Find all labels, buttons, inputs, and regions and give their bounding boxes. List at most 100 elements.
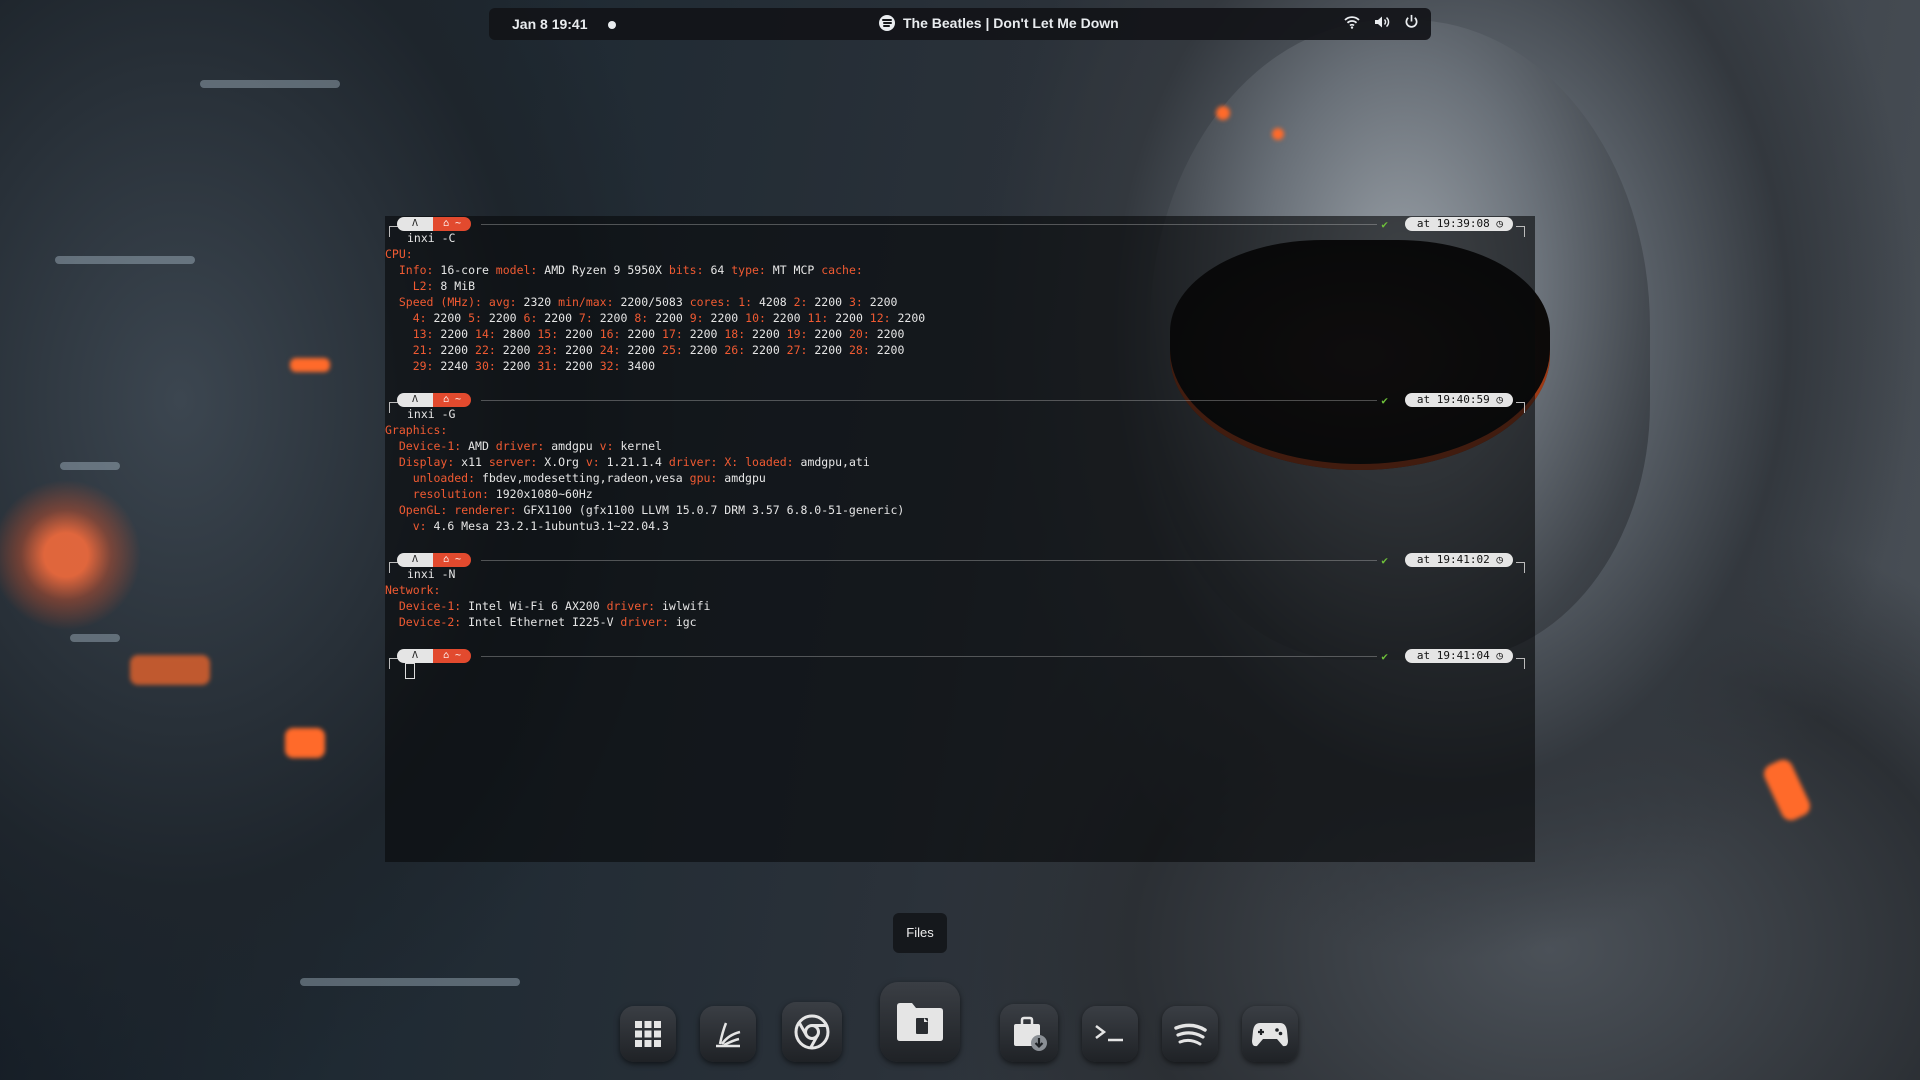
- output-key: 7:: [578, 311, 593, 325]
- output-value: [385, 615, 399, 629]
- output-key: 20:: [849, 327, 870, 341]
- output-line: CPU:: [385, 246, 413, 262]
- terminal-window[interactable]: Λ ⌂ ~ ✔ at 19:39:08 ◷ inxi -C CPU: Info: 16-c…: [385, 216, 1535, 862]
- power-icon[interactable]: [1404, 14, 1419, 29]
- prompt-bracket: [389, 226, 398, 237]
- output-key: X:: [724, 455, 739, 469]
- wallpaper-glow: [130, 655, 210, 685]
- app-grid-button[interactable]: [620, 1006, 676, 1062]
- output-key: model:: [495, 263, 538, 277]
- output-key: type:: [731, 263, 766, 277]
- top-bar: Jan 8 19:41 The Beatles | Don't Let Me D…: [489, 8, 1431, 40]
- output-value: [385, 455, 399, 469]
- output-line: 21: 2200 22: 2200 23: 2200 24: 2200 25: …: [385, 342, 905, 358]
- prompt-segments: Λ ⌂ ~: [397, 217, 471, 231]
- output-value: 2200: [558, 343, 600, 357]
- output-key: bits:: [668, 263, 704, 277]
- clock[interactable]: Jan 8 19:41: [512, 16, 588, 32]
- output-key: 28:: [849, 343, 870, 357]
- output-value: 2200: [426, 311, 469, 325]
- wallpaper-glow: [1272, 128, 1284, 140]
- app-launcher-button[interactable]: [700, 1006, 756, 1062]
- output-value: 2200: [620, 343, 663, 357]
- output-line: OpenGL: renderer: GFX1100 (gfx1100 LLVM …: [385, 502, 904, 518]
- output-value: 2240: [433, 359, 476, 373]
- wallpaper-bar: [60, 462, 120, 470]
- prompt-segments: Λ ⌂ ~: [397, 393, 471, 407]
- output-value: 2200: [745, 343, 787, 357]
- output-key: 1:: [738, 295, 753, 309]
- output-value: 2200: [869, 327, 905, 341]
- output-key: CPU:: [385, 247, 413, 261]
- output-value: 2200: [537, 311, 579, 325]
- output-key: Speed (MHz):: [398, 295, 482, 309]
- output-line: Network:: [385, 582, 440, 598]
- clock-icon: ◷: [1489, 649, 1503, 662]
- media-indicator[interactable]: The Beatles | Don't Let Me Down: [879, 15, 1119, 31]
- output-line: 4: 2200 5: 2200 6: 2200 7: 2200 8: 2200 …: [385, 310, 926, 326]
- output-value: 64: [703, 263, 732, 277]
- clock-icon: ◷: [1489, 393, 1503, 406]
- output-key: 3:: [849, 295, 863, 309]
- output-key: 32:: [599, 359, 621, 373]
- prompt-timestamp: at 19:41:04 ◷: [1404, 649, 1513, 663]
- output-value: [385, 295, 399, 309]
- output-value: 2200: [682, 327, 725, 341]
- output-value: 2200: [765, 311, 808, 325]
- output-key: 16:: [599, 327, 621, 341]
- spotify-icon: [1174, 1023, 1207, 1046]
- output-key: 23:: [537, 343, 559, 357]
- text-cursor[interactable]: [405, 663, 415, 679]
- output-line: Speed (MHz): avg: 2320 min/max: 2200/508…: [385, 294, 898, 310]
- output-line: Display: x11 server: X.Org v: 1.21.1.4 d…: [385, 454, 870, 470]
- output-value: 2200: [620, 327, 663, 341]
- wallpaper-bar: [55, 256, 195, 264]
- output-value: 2200: [807, 295, 849, 309]
- files-button[interactable]: [880, 982, 960, 1062]
- games-button[interactable]: [1242, 1006, 1298, 1062]
- output-value: 1.21.1.4: [599, 455, 669, 469]
- os-logo-icon: Λ: [397, 393, 433, 407]
- terminal-button[interactable]: [1082, 1006, 1138, 1062]
- wallpaper-glow: [1216, 106, 1230, 120]
- output-value: GFX1100 (gfx1100 LLVM 15.0.7 DRM 3.57 6.…: [516, 503, 905, 517]
- output-value: [482, 295, 489, 309]
- spotify-button[interactable]: [1162, 1006, 1218, 1062]
- output-key: 2:: [793, 295, 808, 309]
- output-value: [385, 439, 399, 453]
- output-key: 12:: [869, 311, 891, 325]
- output-key: Device-2:: [398, 615, 462, 629]
- output-line: 29: 2240 30: 2200 31: 2200 32: 3400: [385, 358, 655, 374]
- prompt-bracket: [389, 658, 398, 669]
- wifi-icon[interactable]: [1344, 15, 1360, 29]
- volume-icon[interactable]: [1374, 15, 1390, 29]
- output-value: igc: [668, 615, 697, 629]
- wallpaper-glow: [1760, 756, 1814, 824]
- output-value: 2200: [807, 327, 849, 341]
- output-key: unloaded:: [412, 471, 476, 485]
- output-value: AMD: [461, 439, 496, 453]
- output-value: [385, 311, 413, 325]
- output-line: resolution: 1920x1080~60Hz: [385, 486, 593, 502]
- output-line: Device-1: Intel Wi-Fi 6 AX200 driver: iw…: [385, 598, 711, 614]
- now-playing-text: The Beatles | Don't Let Me Down: [903, 15, 1119, 31]
- output-key: Info:: [398, 263, 434, 277]
- prompt-segments: Λ ⌂ ~: [397, 553, 471, 567]
- output-value: kernel: [613, 439, 662, 453]
- output-key: Device-1:: [398, 439, 462, 453]
- output-key: 30:: [475, 359, 496, 373]
- chrome-icon: [794, 1014, 830, 1050]
- prompt-bracket: [1516, 658, 1525, 669]
- output-value: iwlwifi: [655, 599, 711, 613]
- system-tray[interactable]: [1344, 14, 1419, 29]
- software-store-button[interactable]: [1000, 1004, 1058, 1062]
- output-line: Info: 16-core model: AMD Ryzen 9 5950X b…: [385, 262, 863, 278]
- output-key: loaded:: [745, 455, 794, 469]
- output-key: L2:: [412, 279, 434, 293]
- output-key: Display:: [398, 455, 455, 469]
- output-value: 2200: [828, 311, 870, 325]
- home-dir-icon: ⌂ ~: [433, 393, 471, 407]
- output-value: 2200: [433, 327, 476, 341]
- os-logo-icon: Λ: [397, 553, 433, 567]
- chrome-button[interactable]: [782, 1002, 842, 1062]
